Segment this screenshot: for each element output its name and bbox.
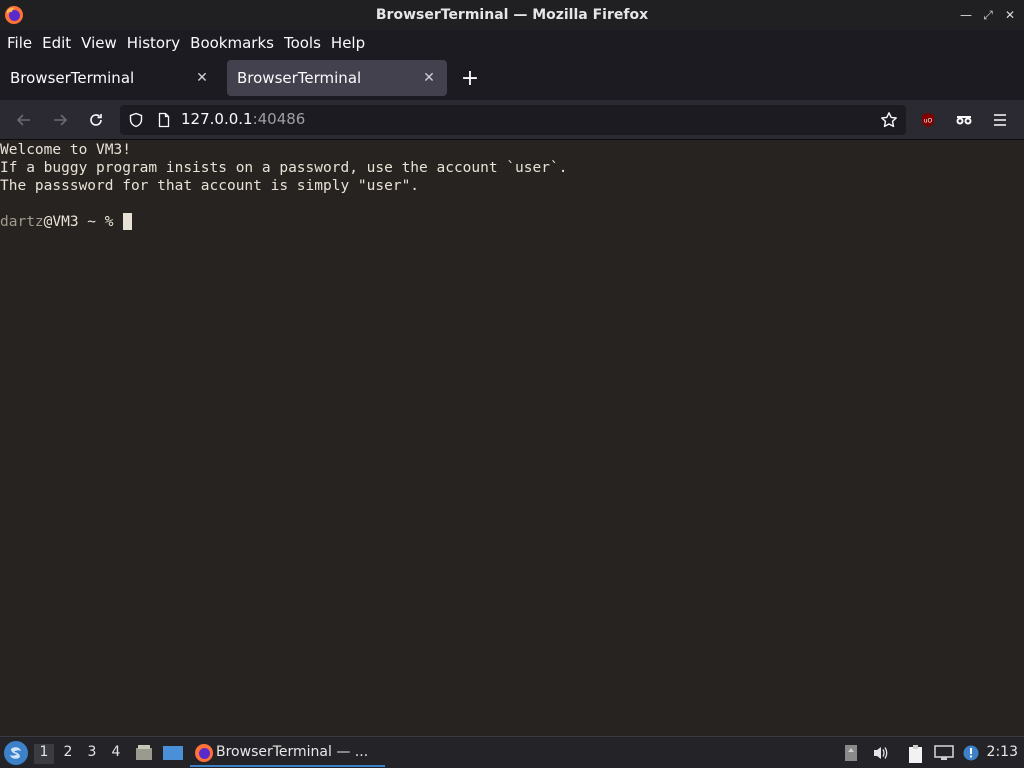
menubar: File Edit View History Bookmarks Tools H…: [0, 30, 1024, 56]
close-icon[interactable]: ✕: [1002, 6, 1018, 24]
url-bar[interactable]: 127.0.0.1:40486: [120, 105, 906, 135]
workspace-2[interactable]: 2: [58, 744, 78, 764]
desktop-taskbar: 1 2 3 4 BrowserTerminal — ... 2:13: [0, 736, 1024, 768]
reload-icon[interactable]: [84, 108, 108, 132]
firefox-taskbar-icon: [195, 744, 213, 762]
volume-icon[interactable]: [872, 744, 890, 766]
shield-icon[interactable]: [124, 108, 148, 132]
minimize-icon[interactable]: —: [958, 6, 974, 24]
terminal-prompt-line[interactable]: dartz@VM3 ~ %: [0, 213, 1024, 231]
upload-tray-icon[interactable]: [844, 744, 858, 766]
new-tab-plus-icon[interactable]: +: [458, 66, 482, 91]
terminal-output[interactable]: Welcome to VM3! If a buggy program insis…: [0, 140, 1024, 736]
ublock-origin-icon[interactable]: uO: [916, 108, 940, 132]
clipboard-icon[interactable]: [906, 744, 926, 768]
tab-label: BrowserTerminal: [237, 69, 362, 87]
start-menu-icon[interactable]: [4, 741, 28, 765]
menu-file[interactable]: File: [2, 34, 37, 52]
taskbar-app-label: BrowserTerminal — ...: [216, 744, 369, 760]
terminal-line: The passsword for that account is simply…: [0, 178, 420, 194]
navigation-toolbar: 127.0.0.1:40486 uO: [0, 100, 1024, 140]
tab-browserterminal-1[interactable]: BrowserTerminal ✕: [0, 60, 220, 96]
menu-edit[interactable]: Edit: [37, 34, 76, 52]
notification-icon[interactable]: [962, 744, 980, 766]
tab-close-icon[interactable]: ✕: [419, 68, 439, 88]
menu-history[interactable]: History: [122, 34, 185, 52]
svg-text:uO: uO: [924, 118, 933, 125]
window-titlebar: BrowserTerminal — Mozilla Firefox — ⤢ ✕: [0, 0, 1024, 30]
terminal-cursor: [123, 213, 133, 230]
private-mask-extension-icon[interactable]: [952, 108, 976, 132]
back-arrow-icon[interactable]: [12, 108, 36, 132]
url-host: 127.0.0.1: [181, 110, 253, 128]
menu-help[interactable]: Help: [326, 34, 370, 52]
workspace-1[interactable]: 1: [34, 744, 54, 764]
menu-tools[interactable]: Tools: [279, 34, 326, 52]
workspace-4[interactable]: 4: [106, 744, 126, 764]
tab-browserterminal-2[interactable]: BrowserTerminal ✕: [227, 60, 447, 96]
terminal-line: Welcome to VM3!: [0, 142, 131, 158]
show-desktop-icon[interactable]: [162, 743, 184, 763]
taskbar-firefox-window[interactable]: BrowserTerminal — ...: [190, 739, 385, 767]
bookmark-star-icon[interactable]: [877, 108, 901, 132]
url-port: :40486: [252, 110, 306, 128]
forward-arrow-icon[interactable]: [48, 108, 72, 132]
tab-strip: BrowserTerminal ✕ BrowserTerminal ✕: [0, 56, 1024, 100]
menu-bookmarks[interactable]: Bookmarks: [185, 34, 279, 52]
page-icon[interactable]: [152, 108, 176, 132]
taskbar-clock: 2:13: [986, 744, 1018, 760]
hamburger-menu-icon[interactable]: [988, 108, 1012, 132]
tab-close-icon[interactable]: ✕: [192, 68, 212, 88]
menu-view[interactable]: View: [76, 34, 122, 52]
firefox-logo-icon: [5, 6, 23, 24]
url-text[interactable]: 127.0.0.1:40486: [181, 110, 305, 128]
network-icon[interactable]: [934, 744, 954, 766]
prompt-username: dartz: [0, 214, 44, 230]
window-title: BrowserTerminal — Mozilla Firefox: [375, 7, 649, 23]
maximize-icon[interactable]: ⤢: [980, 6, 996, 24]
tab-label: BrowserTerminal: [10, 69, 135, 87]
terminal-line: If a buggy program insists on a password…: [0, 160, 568, 176]
prompt-host: @VM3 ~ %: [43, 214, 123, 230]
workspace-3[interactable]: 3: [82, 744, 102, 764]
file-manager-icon[interactable]: [134, 743, 154, 763]
